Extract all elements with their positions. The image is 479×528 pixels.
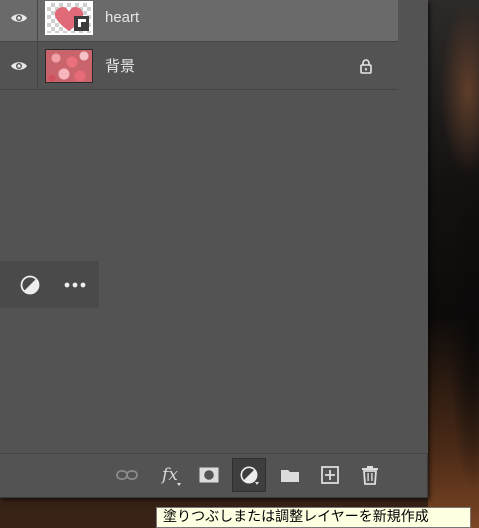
scrollbar[interactable] (398, 0, 428, 453)
visibility-toggle[interactable] (0, 42, 38, 89)
more-options-button[interactable] (61, 271, 89, 299)
new-group-button[interactable] (273, 458, 307, 492)
layer-thumbnail[interactable] (45, 0, 93, 35)
heart-icon (54, 6, 89, 31)
plus-square-icon (321, 466, 339, 484)
layer-name[interactable]: 背景 (105, 55, 346, 76)
chevron-down-icon (255, 482, 259, 485)
new-fill-adjustment-layer-button[interactable] (232, 458, 266, 492)
more-options-icon (64, 282, 86, 288)
adjustment-icon (20, 275, 40, 295)
mask-icon (199, 467, 219, 483)
floating-toolbar (0, 261, 99, 308)
delete-layer-button[interactable] (353, 458, 387, 492)
trash-icon (362, 466, 378, 485)
folder-icon (281, 470, 299, 482)
link-icon (116, 470, 138, 480)
fx-icon: fx (162, 465, 178, 485)
visibility-toggle[interactable] (0, 0, 38, 41)
layers-list: heart 背景 (0, 0, 398, 453)
layer-row-background[interactable]: 背景 (0, 42, 398, 90)
lock-toggle[interactable] (346, 58, 386, 74)
layer-name[interactable]: heart (105, 9, 398, 26)
chevron-down-icon (177, 483, 181, 486)
layers-panel: heart 背景 fx (0, 0, 428, 498)
add-mask-button[interactable] (192, 458, 226, 492)
eye-icon (10, 61, 27, 70)
adjustment-button[interactable] (16, 271, 44, 299)
eye-icon (10, 13, 27, 22)
link-layers-button[interactable] (110, 458, 144, 492)
layers-bottom-toolbar: fx (0, 453, 427, 497)
lock-icon (360, 58, 372, 74)
layer-row-heart[interactable]: heart (0, 0, 398, 42)
tooltip: 塗りつぶしまたは調整レイヤーを新規作成 (156, 507, 471, 528)
new-layer-button[interactable] (313, 458, 347, 492)
add-layer-style-button[interactable]: fx (153, 458, 187, 492)
layer-thumbnail[interactable] (45, 48, 93, 83)
